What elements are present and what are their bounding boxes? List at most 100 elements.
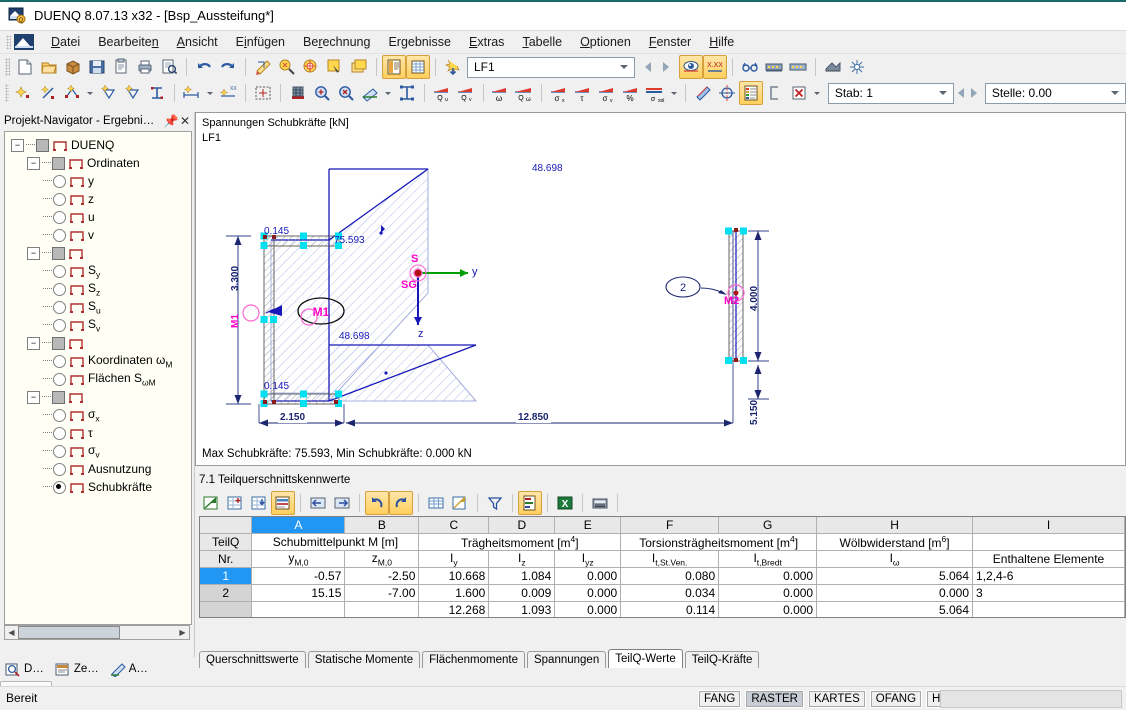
tree-item-node[interactable]: τ <box>5 424 191 442</box>
tree-group-node[interactable]: − DUENQ <box>5 136 191 154</box>
tree-radio[interactable] <box>53 300 66 314</box>
element-icon[interactable] <box>97 81 121 105</box>
edit-section-icon[interactable] <box>251 55 275 79</box>
tree-radio[interactable] <box>53 210 66 224</box>
chevron-down-icon[interactable] <box>84 81 97 105</box>
tree-item-node[interactable]: Su <box>5 298 191 316</box>
table-cell[interactable]: 0.000 <box>718 601 818 617</box>
table-cell[interactable]: 0.000 <box>554 567 622 586</box>
menu-item-ergebnisse[interactable]: Ergebnisse <box>379 33 460 51</box>
table-cell[interactable]: 0.034 <box>620 584 720 603</box>
status-toggle-raster[interactable]: RASTER <box>745 690 804 708</box>
table-cell[interactable]: 0.000 <box>718 584 818 603</box>
zoom-out-icon[interactable] <box>334 81 358 105</box>
table-settings-icon[interactable] <box>271 491 295 515</box>
grid-icon[interactable] <box>845 55 869 79</box>
table-cell[interactable] <box>251 601 346 617</box>
status-toggle-kartes[interactable]: KARTES <box>807 690 866 708</box>
chevron-down-icon[interactable] <box>935 84 951 103</box>
close-icon[interactable]: ✕ <box>178 114 192 128</box>
dock-button-display[interactable]: A… <box>105 657 153 681</box>
render-results-icon[interactable] <box>382 55 406 79</box>
column-header-E[interactable]: E <box>554 517 622 534</box>
tab-querschnittswerte[interactable]: Querschnittswerte <box>199 651 306 668</box>
tree-radio[interactable] <box>53 480 66 494</box>
tree-item-node[interactable]: y <box>5 172 191 190</box>
line-icon[interactable] <box>36 81 60 105</box>
qv-icon[interactable]: Qv <box>454 81 478 105</box>
print-icon[interactable] <box>133 55 157 79</box>
tree-item-node[interactable]: Sy <box>5 262 191 280</box>
table-cell[interactable]: 0.000 <box>554 601 622 617</box>
copy-icon[interactable] <box>109 55 133 79</box>
next-table-icon[interactable] <box>330 491 354 515</box>
sigma-xpl-icon[interactable]: σ xpl <box>643 81 667 105</box>
tree-item-node[interactable]: Ausnutzung <box>5 460 191 478</box>
dimension-icon[interactable] <box>179 81 203 105</box>
tree-radio[interactable] <box>53 192 66 206</box>
tree-radio[interactable] <box>53 408 66 422</box>
redo-icon[interactable] <box>216 55 240 79</box>
undo-icon[interactable] <box>192 55 216 79</box>
tree-group-node[interactable]: − <box>5 334 191 352</box>
table-cell[interactable]: 5.064 <box>816 601 974 617</box>
tree-item-node[interactable]: v <box>5 226 191 244</box>
save-icon[interactable] <box>85 55 109 79</box>
tree-radio[interactable] <box>53 174 66 188</box>
table-cell[interactable]: 1.600 <box>418 584 490 603</box>
sigma-x-icon[interactable]: σx <box>547 81 571 105</box>
menu-item-datei[interactable]: Datei <box>42 33 89 51</box>
tab-teilq-werte[interactable]: TeilQ-Werte <box>608 649 683 668</box>
tree-radio[interactable] <box>53 264 66 278</box>
column-header-H[interactable]: H <box>816 517 974 534</box>
tree-expander[interactable]: − <box>27 156 40 170</box>
print-strip2-icon[interactable] <box>786 55 810 79</box>
member-combo[interactable]: Stab: 1 <box>827 82 955 104</box>
print-preview-icon[interactable] <box>157 55 181 79</box>
tree-radio[interactable] <box>53 282 66 296</box>
open-folder-icon[interactable] <box>37 55 61 79</box>
status-toggle-ofang[interactable]: OFANG <box>869 690 923 708</box>
column-header-C[interactable]: C <box>418 517 490 534</box>
navigator-hscrollbar[interactable]: ◀ ▶ <box>4 625 190 640</box>
scroll-thumb[interactable] <box>18 626 120 639</box>
table-cell[interactable] <box>972 601 1125 617</box>
menu-item-berechnung[interactable]: Berechnung <box>294 33 379 51</box>
tree-group-node[interactable]: − <box>5 388 191 406</box>
menu-item-extras[interactable]: Extras <box>460 33 513 51</box>
tree-group-node[interactable]: − Ordinaten <box>5 154 191 172</box>
toolbar-grip-2[interactable] <box>5 84 9 102</box>
table-cell[interactable]: 1,2,4-6 <box>972 567 1125 586</box>
menu-item-fenster[interactable]: Fenster <box>640 33 700 51</box>
calculator-icon[interactable] <box>588 491 612 515</box>
grid-corner[interactable] <box>200 517 253 534</box>
table-cell[interactable]: 0.114 <box>620 601 720 617</box>
menu-item-tabelle[interactable]: Tabelle <box>513 33 571 51</box>
row-header[interactable] <box>200 601 253 617</box>
column-header-F[interactable]: F <box>620 517 720 534</box>
column-header-D[interactable]: D <box>488 517 556 534</box>
prev-table-icon[interactable] <box>306 491 330 515</box>
chevron-down-icon[interactable] <box>382 81 395 105</box>
dock-button-drawing[interactable]: Ze… <box>50 657 104 681</box>
table-cell[interactable] <box>344 601 420 617</box>
tree-item-node[interactable]: Koordinaten ωM <box>5 352 191 370</box>
table-row[interactable]: 1 -0.57 -2.50 10.668 1.084 0.000 0.080 0.000 5.0… <box>200 567 1125 586</box>
excel-icon[interactable]: X <box>553 491 577 515</box>
glasses-icon[interactable] <box>738 55 762 79</box>
table-cell[interactable]: 0.009 <box>488 584 556 603</box>
redo-table-icon[interactable] <box>389 491 413 515</box>
column-header-B[interactable]: B <box>344 517 420 534</box>
previous-load-case-button[interactable] <box>639 58 657 76</box>
row-header[interactable]: 2 <box>200 584 253 603</box>
render-icon[interactable] <box>821 55 845 79</box>
sigma-v-icon[interactable]: σv <box>595 81 619 105</box>
chevron-down-icon[interactable] <box>203 81 216 105</box>
tree-radio[interactable] <box>53 318 66 332</box>
tree-checkbox[interactable] <box>52 156 65 170</box>
chevron-down-icon[interactable] <box>667 81 680 105</box>
previous-member-button[interactable] <box>954 84 967 102</box>
tree-checkbox[interactable] <box>52 390 65 404</box>
tree-radio[interactable] <box>53 462 66 476</box>
chevron-down-icon[interactable] <box>616 58 632 77</box>
